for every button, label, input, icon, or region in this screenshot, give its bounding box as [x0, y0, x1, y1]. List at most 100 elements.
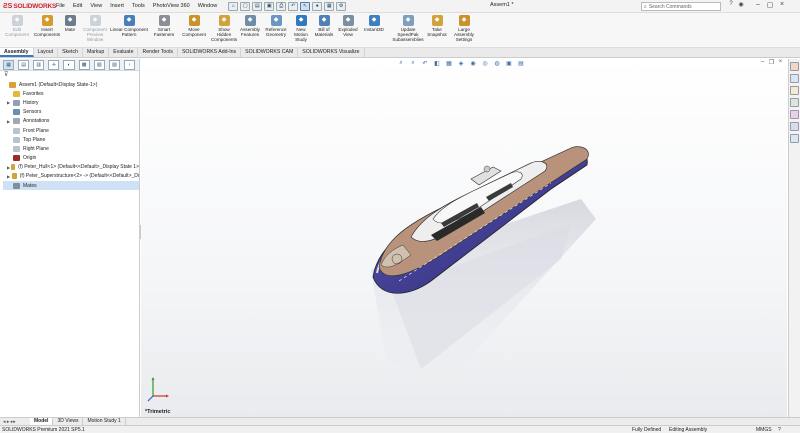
linear-pattern-button[interactable]: ◆ Linear Component Pattern	[110, 15, 148, 37]
minimize-icon[interactable]: –	[752, 1, 764, 9]
appearances-icon[interactable]	[790, 110, 799, 119]
solidworks-resources-icon[interactable]	[790, 62, 799, 71]
help-icon[interactable]: ?	[726, 1, 736, 9]
tree-item[interactable]: Right Plane	[3, 144, 139, 153]
filter-icon[interactable]: ⊽	[0, 71, 139, 80]
tree-item[interactable]: Favorites	[3, 89, 139, 98]
tab-evaluate[interactable]: Evaluate	[109, 48, 139, 57]
display-manager-tab-icon[interactable]: ◐	[63, 59, 75, 70]
user-icon[interactable]: ◉	[736, 1, 746, 9]
tab-solidworks-add-ins[interactable]: SOLIDWORKS Add-Ins	[178, 48, 242, 57]
component-preview-icon: ◆	[89, 15, 101, 26]
file-properties-icon[interactable]: ▦	[324, 1, 335, 11]
tree-item[interactable]: Mates	[3, 181, 139, 191]
exploded-view-button[interactable]: ◆ Exploded View	[337, 15, 359, 37]
plane-icon	[13, 136, 20, 143]
mate-button[interactable]: ◆ Mate	[62, 15, 78, 32]
close-icon[interactable]: ×	[776, 1, 788, 9]
large-assembly-button[interactable]: ◆ Large Assembly Settings	[450, 15, 478, 42]
graphics-viewport[interactable]: ⌕ ⌕ ↶ ◧ ▦ ◈ ◉ ◎ ◍ ▣ ▤ – ❐ × *Trimetric	[141, 59, 787, 417]
show-hidden-button[interactable]: ◆ Show Hidden Components	[211, 15, 237, 42]
mate-icon: ◆	[64, 15, 76, 26]
design-library-icon[interactable]	[790, 74, 799, 83]
instant3d-button[interactable]: ◆ Instant3D	[362, 15, 386, 32]
ribbon-button-label: Large Assembly Settings	[454, 27, 474, 42]
menu-item-window[interactable]: Window	[194, 3, 222, 9]
menu-item-photoview-360[interactable]: PhotoView 360	[149, 3, 194, 9]
dimxpert-tab-icon[interactable]: ✛	[48, 59, 60, 70]
assembly-features-icon: ◆	[244, 15, 256, 26]
tab-markup[interactable]: Markup	[83, 48, 110, 57]
save-icon[interactable]: ▣	[264, 1, 275, 11]
ribbon-button-label: Move Component	[182, 27, 206, 37]
expand-arrow-icon[interactable]: ▶	[7, 174, 12, 179]
status-help-icon[interactable]: ?	[778, 427, 781, 433]
tab-render-tools[interactable]: Render Tools	[138, 48, 178, 57]
snapshot-button[interactable]: ◆ Take Snapshot	[427, 15, 447, 37]
yacht-model[interactable]	[141, 59, 787, 417]
menu-bar: File Edit View Insert Tools PhotoView 360 Wind…	[52, 3, 221, 9]
menu-item-view[interactable]: View	[86, 3, 106, 9]
tab-scroll-arrows-icon[interactable]: ◂ ▸ ▸▸	[0, 419, 30, 425]
motion-study-button[interactable]: ◆ New Motion Study	[291, 15, 311, 42]
tab-solidworks-cam[interactable]: SOLIDWORKS CAM	[241, 48, 299, 57]
view-palette-icon[interactable]	[790, 98, 799, 107]
configuration-manager-tab-icon[interactable]: ▥	[33, 59, 45, 70]
bottom-tab-motion-study-1[interactable]: Motion Study 1	[83, 418, 126, 425]
file-explorer-icon[interactable]	[790, 86, 799, 95]
menu-item-file[interactable]: File	[52, 3, 69, 9]
tree-item[interactable]: Assem1 (Default<Display State-1>)	[3, 80, 139, 89]
tree-item[interactable]: ▶ History	[3, 98, 139, 107]
new-document-icon[interactable]: ▢	[240, 1, 251, 11]
reference-geometry-button[interactable]: ◆ Reference Geometry	[264, 15, 288, 37]
tree-item[interactable]: ▶ (f) Peter_Hull<1> (Default<<Default>_Di…	[3, 163, 139, 172]
property-manager-tab-icon[interactable]: ▤	[18, 59, 30, 70]
menu-item-tools[interactable]: Tools	[128, 3, 149, 9]
speedpak-button[interactable]: ◆ Update SpeedPak Subassemblies	[392, 15, 424, 42]
bottom-tab-3d-views[interactable]: 3D Views	[53, 418, 84, 425]
feature-manager-tab-icon[interactable]: ▦	[3, 59, 15, 70]
tree-item[interactable]: Origin	[3, 154, 139, 163]
tree-item[interactable]: Top Plane	[3, 135, 139, 144]
tree-item[interactable]: ▶ Annotations	[3, 117, 139, 126]
cam-operation-tab-icon[interactable]: ▧	[93, 59, 105, 70]
edit-component-button[interactable]: ◆ Edit Component	[4, 15, 30, 37]
more-tabs-icon[interactable]: ›	[123, 59, 135, 70]
forum-icon[interactable]	[790, 134, 799, 143]
options-icon[interactable]: ⚙	[336, 1, 347, 11]
insert-components-button[interactable]: ◆ Insert Components	[34, 15, 60, 37]
app-logo[interactable]: ƧS SOLIDWORKS	[0, 3, 56, 10]
menu-item-insert[interactable]: Insert	[106, 3, 128, 9]
unit-system[interactable]: MMGS	[756, 427, 772, 433]
tab-layout[interactable]: Layout	[34, 48, 59, 57]
rebuild-icon[interactable]: ●	[312, 1, 323, 11]
smart-fasteners-button[interactable]: ◆ Smart Fasteners	[152, 15, 176, 37]
home-icon[interactable]: ⌂	[228, 1, 239, 11]
reference-triad	[147, 377, 169, 402]
open-icon[interactable]: ▤	[252, 1, 263, 11]
tab-sketch[interactable]: Sketch	[58, 48, 83, 57]
part-icon	[11, 173, 17, 180]
component-preview-button[interactable]: ◆ Component Preview Window	[82, 15, 108, 42]
move-component-button[interactable]: ◆ Move Component	[180, 15, 208, 37]
tree-item[interactable]: Front Plane	[3, 126, 139, 135]
mates-icon	[13, 182, 20, 189]
assembly-features-button[interactable]: ◆ Assembly Features	[238, 15, 262, 37]
command-manager: ◆ Edit Component ◆ Insert Components ◆ Mate ◆ C…	[0, 13, 800, 48]
undo-icon[interactable]: ↶	[288, 1, 299, 11]
select-icon[interactable]: ↖	[300, 1, 311, 11]
cam-tool-tab-icon[interactable]: ▨	[108, 59, 120, 70]
tab-solidworks-visualize[interactable]: SOLIDWORKS Visualize	[298, 48, 365, 57]
menu-item-edit[interactable]: Edit	[69, 3, 86, 9]
feature-manager-pane: ▦ ▤ ▥ ✛ ◐ ▩ ▧ ▨ › ⊽ Assem1 (Default<Disp…	[0, 59, 140, 417]
bill-of-materials-button[interactable]: ◆ Bill of Materials	[313, 15, 335, 37]
tree-item[interactable]: ▶ (f) Peter_Superstructure<2> -> (Default…	[3, 172, 139, 181]
maximize-icon[interactable]: ▢	[764, 1, 776, 9]
print-icon[interactable]: ⎙	[276, 1, 287, 11]
tab-assembly[interactable]: Assembly	[0, 48, 34, 57]
custom-properties-icon[interactable]	[790, 122, 799, 131]
cam-feature-tab-icon[interactable]: ▩	[78, 59, 90, 70]
tree-item[interactable]: Sensors	[3, 108, 139, 117]
bottom-tab-model[interactable]: Model	[30, 418, 54, 425]
search-commands-input[interactable]: ⌕ Search Commands	[641, 2, 721, 11]
